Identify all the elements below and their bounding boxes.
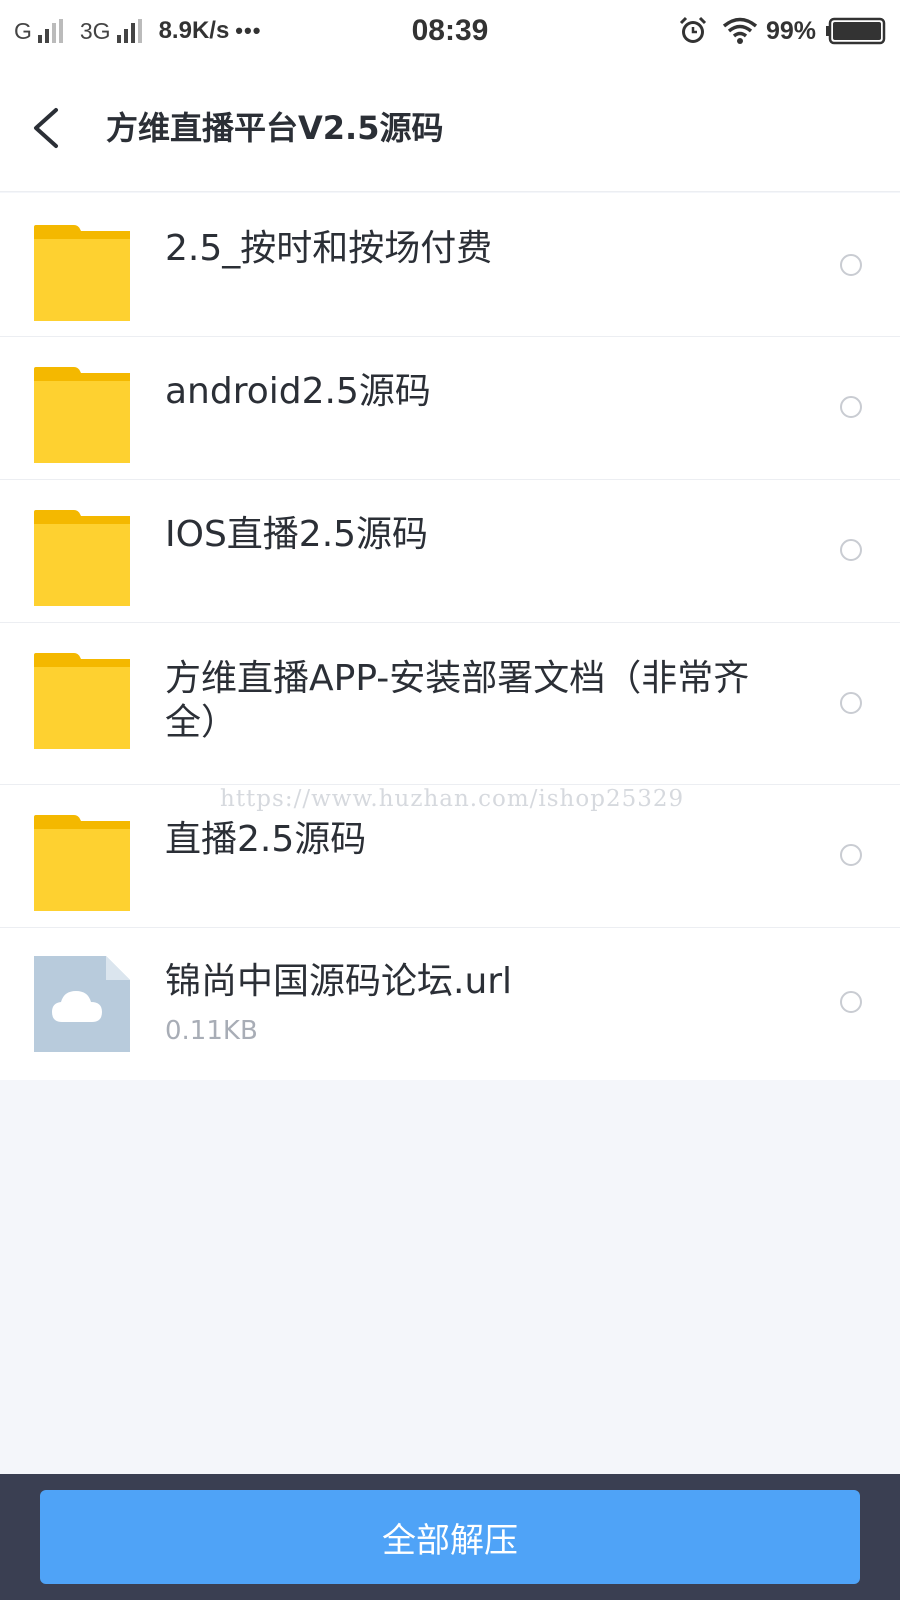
battery-icon [826,17,886,45]
extract-all-button[interactable]: 全部解压 [40,1490,860,1584]
cloud-file-icon [34,956,130,1052]
folder-icon [34,225,130,321]
file-name: android2.5源码 [165,371,431,412]
file-name: 方维直播APP-安装部署文档（非常齐全） [165,658,750,743]
folder-icon [34,653,130,749]
list-item-folder[interactable]: android2.5源码 [0,337,900,480]
status-right: 99% [678,15,886,47]
list-item-folder[interactable]: 2.5_按时和按场付费 [0,193,900,337]
wifi-icon [722,17,758,44]
select-radio[interactable] [840,254,862,276]
folder-icon [34,510,130,606]
alarm-icon [679,16,707,43]
status-bar: G 3G 8.9K/s ••• 08:39 99% [0,0,900,62]
folder-icon [34,367,130,463]
select-radio[interactable] [840,844,862,866]
file-name: 锦尚中国源码论坛.url [165,961,513,1002]
folder-icon [34,815,130,911]
back-arrow-icon[interactable] [26,104,66,152]
file-list: 2.5_按时和按场付费 android2.5源码 IOS直播2.5源码 方维直播… [0,193,900,1080]
list-item-folder[interactable]: 方维直播APP-安装部署文档（非常齐全） [0,623,900,785]
list-item-file[interactable]: 锦尚中国源码论坛.url 0.11KB [0,928,900,1080]
file-name: IOS直播2.5源码 [165,514,429,555]
list-item-folder[interactable]: IOS直播2.5源码 [0,480,900,623]
app-header: 方维直播平台V2.5源码 [0,62,900,192]
battery-percent: 99% [765,16,816,45]
file-name: 直播2.5源码 [165,819,367,860]
file-size: 0.11KB [165,1016,258,1046]
bottom-action-bar: 全部解压 [0,1474,900,1600]
select-radio[interactable] [840,396,862,418]
select-radio[interactable] [840,539,862,561]
select-radio[interactable] [840,692,862,714]
watermark-text: https://www.huzhan.com/ishop25329 [220,786,685,812]
select-radio[interactable] [840,991,862,1013]
page-title: 方维直播平台V2.5源码 [106,109,444,147]
file-name: 2.5_按时和按场付费 [165,228,493,269]
